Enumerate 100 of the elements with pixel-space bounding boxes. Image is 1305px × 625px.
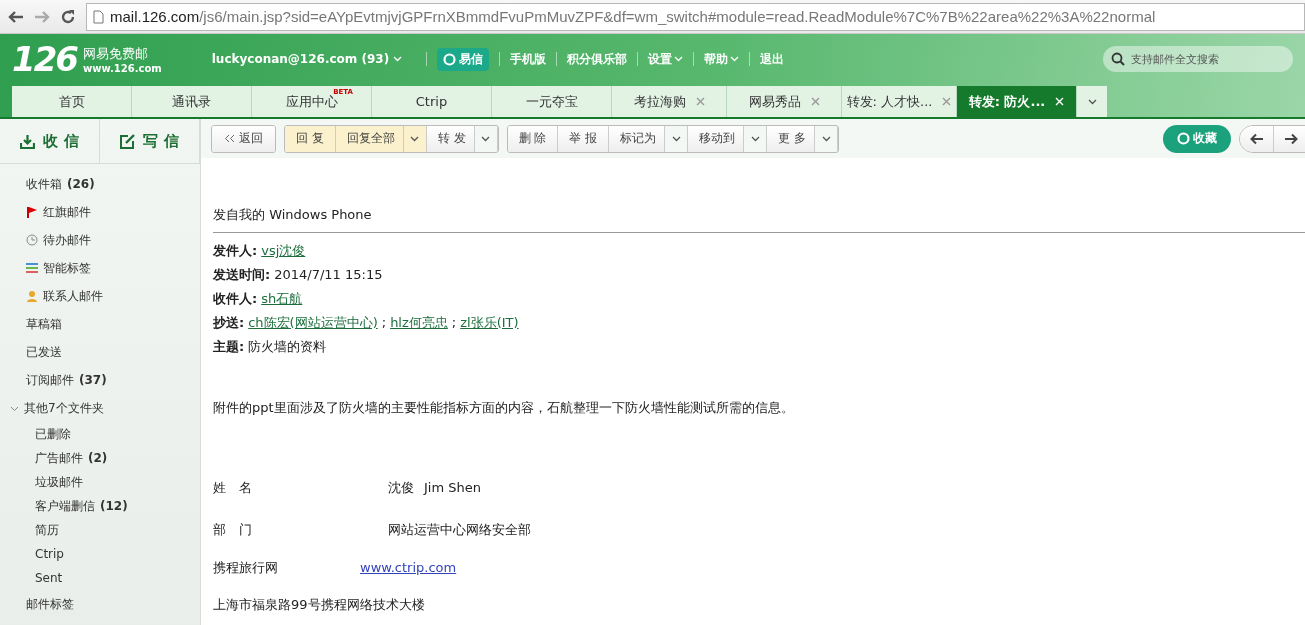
reload-icon[interactable]	[60, 8, 76, 25]
message-text: 附件的ppt里面涉及了防火墙的主要性能指标方面的内容，石航整理一下防火墙性能测试所需的信息。	[213, 399, 795, 417]
company-name: 携程旅行网	[213, 559, 279, 577]
close-icon[interactable]	[695, 97, 705, 106]
folder-label: 待办邮件	[43, 231, 91, 249]
brand-name: 网易免费邮	[83, 44, 149, 63]
folder-item[interactable]: Sent	[0, 566, 200, 590]
previous-button[interactable]	[1240, 125, 1274, 152]
folder-label: 垃圾邮件	[35, 473, 83, 491]
folder-item[interactable]: 草稿箱	[0, 310, 200, 338]
signature-value: 网站运营中心网络安全部	[388, 521, 531, 539]
contact-link[interactable]: sh石航	[261, 287, 303, 311]
folder-item[interactable]: 垃圾邮件	[0, 470, 200, 494]
chat-bubble-icon	[1177, 132, 1190, 145]
folder-label: Ctrip	[35, 547, 64, 561]
back-button[interactable]: 返回	[212, 125, 275, 152]
receive-button[interactable]: 收 信	[0, 119, 100, 163]
field-label: 发送时间:	[213, 266, 271, 284]
folder-group[interactable]: 其他7个文件夹	[0, 394, 200, 422]
folder-item[interactable]: 待办邮件	[0, 226, 200, 254]
folder-item[interactable]: 已发送	[0, 338, 200, 366]
compose-button[interactable]: 写 信	[100, 119, 200, 163]
contact-link[interactable]: zl张乐(IT)	[460, 311, 519, 335]
toolbar-button[interactable]: 回复全部	[335, 125, 404, 152]
field-value: 防火墙的资料	[248, 338, 327, 356]
signature-value: Jim Shen	[424, 479, 481, 497]
close-icon[interactable]	[942, 97, 952, 106]
folder-item[interactable]: 收件箱 (26)	[0, 170, 200, 198]
sent-from-text: 发自我的 Windows Phone	[213, 206, 373, 224]
dropdown-button[interactable]	[403, 125, 427, 152]
caret-icon	[481, 135, 491, 142]
website-link[interactable]: www.ctrip.com	[360, 560, 457, 575]
unread-count: (37)	[79, 373, 107, 387]
close-icon[interactable]	[810, 97, 820, 106]
contact-link[interactable]: hlz何亮忠	[390, 311, 448, 335]
toolbar-button[interactable]: 移动到	[688, 125, 745, 152]
folder-label: Sent	[35, 571, 63, 585]
tab[interactable]: 网易秀品	[727, 86, 842, 117]
tab[interactable]: 首页	[12, 86, 132, 117]
chat-bubble-icon	[443, 52, 457, 66]
folder-label: 智能标签	[43, 259, 91, 277]
folder-item[interactable]: 红旗邮件	[0, 198, 200, 226]
tab[interactable]: 通讯录	[132, 86, 252, 117]
next-button[interactable]	[1274, 125, 1305, 152]
folder-item[interactable]: Ctrip	[0, 542, 200, 566]
contact-link[interactable]: ch陈宏(网站运营中心)	[248, 311, 378, 335]
field-label: 抄送:	[213, 314, 245, 332]
toolbar-button[interactable]: 标记为	[609, 125, 666, 152]
unread-count: (2)	[88, 451, 108, 465]
contact-link[interactable]: vsj沈俊	[261, 239, 306, 263]
url-host: mail.126.com	[110, 8, 200, 25]
field-label: 发件人:	[213, 242, 258, 260]
caret-icon	[410, 135, 420, 142]
folder-label: 简历	[35, 521, 59, 539]
folder-item[interactable]: 已删除	[0, 422, 200, 446]
clock-icon	[26, 234, 38, 246]
tab[interactable]: Ctrip	[372, 86, 492, 117]
unread-count: (26)	[67, 177, 95, 191]
page-icon	[93, 9, 104, 24]
folder-label: 红旗邮件	[43, 203, 91, 221]
tags-icon	[26, 262, 38, 274]
tab[interactable]: 转发: 人才快...	[842, 86, 957, 117]
address-text: 上海市福泉路99号携程网络技术大楼	[213, 596, 426, 614]
folder-item[interactable]: 邮件标签	[0, 590, 200, 618]
folder-label: 已删除	[35, 425, 71, 443]
toolbar-button[interactable]: 转 发	[426, 125, 475, 152]
folder-item[interactable]: 简历	[0, 518, 200, 542]
double-chevron-left-icon	[224, 134, 235, 143]
folder-item[interactable]: 智能标签	[0, 254, 200, 282]
folder-item[interactable]: 联系人邮件	[0, 282, 200, 310]
signature-label: 姓 名	[213, 479, 253, 497]
url-path: /js6/main.jsp?sid=eAYpEvtmjvjGPFrnXBmmdFvuPmMuvZPF&df=wm_switch#module=read.ReadModule%7C%7B%22area%22%3A%22normal	[199, 8, 1156, 25]
tab[interactable]: 考拉海购	[612, 86, 727, 117]
signature-label: 部 门	[213, 521, 253, 539]
folder-label: 收件箱	[26, 175, 62, 193]
address-bar[interactable]: mail.126.com/js6/main.jsp?sid=eAYpEvtmjvjGPFrnXBmmdFvuPmMuvZPF&df=wm_switch#module=read.ReadModule%7C%7B%22area%22%3A%22normal	[86, 2, 1305, 31]
download-icon	[20, 133, 36, 149]
unread-count: (12)	[100, 499, 128, 513]
tab-overflow-button[interactable]	[1077, 86, 1107, 117]
caret-icon	[821, 135, 831, 142]
toolbar-button[interactable]: 回 复	[285, 125, 336, 152]
signature-value: 沈俊	[388, 479, 414, 497]
back-icon[interactable]	[8, 9, 24, 24]
tab[interactable]: 转发: 防火...	[957, 86, 1077, 117]
toolbar-button[interactable]: 举 报	[558, 125, 610, 152]
chevron-down-icon	[674, 56, 684, 63]
folder-item[interactable]: 客户端删信 (12)	[0, 494, 200, 518]
folder-item[interactable]: 订阅邮件 (37)	[0, 366, 200, 394]
toolbar-button[interactable]: 删 除	[507, 125, 559, 152]
folder-label: 其他7个文件夹	[24, 399, 104, 417]
chevron-down-icon	[393, 56, 403, 63]
tab[interactable]: 一元夺宝	[492, 86, 612, 117]
field-value: ;	[381, 314, 387, 332]
field-label: 主题:	[213, 338, 245, 356]
toolbar-button[interactable]: 更 多	[767, 125, 816, 152]
caret-icon	[671, 135, 681, 142]
folder-item[interactable]: 广告邮件 (2)	[0, 446, 200, 470]
field-value: 2014/7/11 15:15	[274, 266, 383, 284]
forward-icon[interactable]	[34, 9, 50, 24]
edit-icon	[120, 133, 136, 149]
